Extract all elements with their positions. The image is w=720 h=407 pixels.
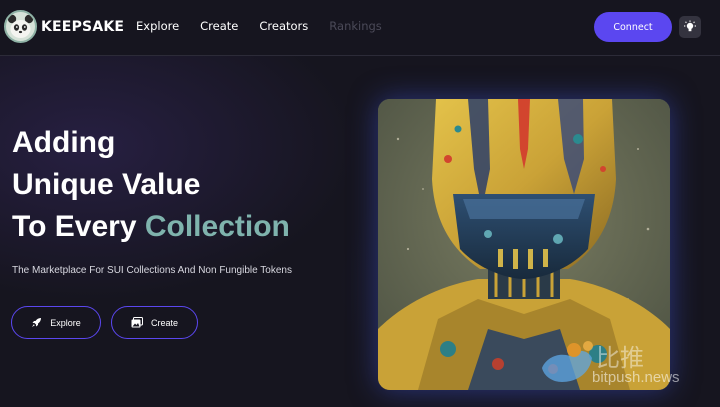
nav-rankings[interactable]: Rankings — [329, 19, 382, 33]
create-button[interactable]: Create — [111, 306, 198, 339]
lightbulb-icon — [684, 20, 696, 32]
main-nav: Explore Create Creators Rankings — [136, 19, 403, 33]
hero-title-line-2: Unique Value — [12, 168, 201, 201]
top-navbar: KEEPSAKE Explore Create Creators Ranking… — [0, 0, 720, 56]
explore-button[interactable]: Explore — [11, 306, 101, 339]
hero-title-line-3-prefix: To Every — [12, 210, 145, 243]
explore-button-label: Explore — [50, 317, 81, 328]
gallery-icon — [131, 317, 143, 328]
hero-title-line-1: Adding — [12, 126, 116, 159]
hero-title: Adding Unique Value To Every Collection — [12, 122, 290, 248]
create-button-label: Create — [150, 317, 178, 328]
nav-creators[interactable]: Creators — [259, 19, 308, 33]
rocket-icon — [31, 317, 42, 328]
watermark-chinese-text: 比推 — [596, 344, 644, 372]
hero-title-accent: Collection — [144, 210, 290, 243]
nav-explore[interactable]: Explore — [136, 19, 179, 33]
brand-name: KEEPSAKE — [41, 18, 125, 35]
theme-toggle-button[interactable] — [679, 16, 701, 38]
nav-create[interactable]: Create — [200, 19, 238, 33]
brand-logo[interactable]: KEEPSAKE — [4, 10, 124, 43]
connect-button[interactable]: Connect — [594, 12, 672, 42]
panda-icon — [4, 10, 37, 43]
hero-subtitle: The Marketplace For SUI Collections And … — [12, 265, 292, 276]
hero-title-line-3: To Every Collection — [12, 206, 290, 248]
watermark-domain-text: bitpush.news — [592, 369, 680, 386]
